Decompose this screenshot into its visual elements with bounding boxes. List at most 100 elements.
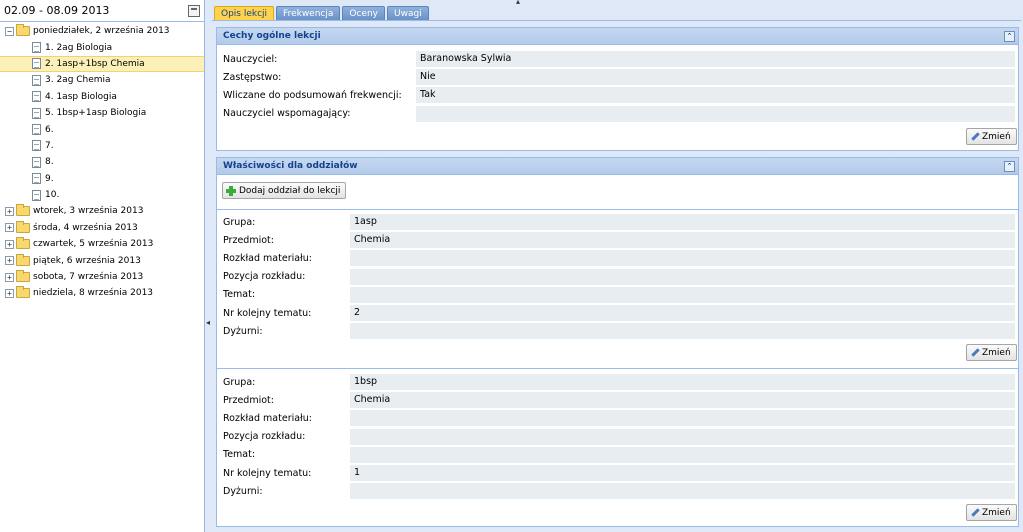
folder-icon xyxy=(16,220,30,233)
document-icon xyxy=(32,140,41,152)
tree-lesson-2[interactable]: 3. 2ag Chemia xyxy=(0,72,204,88)
tree-day-label: wtorek, 3 września 2013 xyxy=(33,206,144,217)
field-row-subject: Przedmiot: Chemia xyxy=(217,231,1018,249)
field-value-subject: Chemia xyxy=(350,392,1015,409)
add-class-button[interactable]: Dodaj oddział do lekcji xyxy=(222,182,347,199)
edit-general-button[interactable]: Zmień xyxy=(966,128,1017,145)
tree-lesson-label: 7. xyxy=(45,140,54,151)
field-row-subject: Przedmiot: Chemia xyxy=(217,391,1018,409)
general-features-panel: Cechy ogólne lekcji ⌃ Nauczyciel: Barano… xyxy=(216,27,1019,151)
pencil-icon xyxy=(970,508,979,517)
panel-splitter[interactable]: ◂ xyxy=(205,0,211,532)
field-row-topic-number: Nr kolejny tematu: 1 xyxy=(217,464,1018,482)
field-value-group: 1bsp xyxy=(350,374,1015,391)
expand-icon[interactable]: + xyxy=(5,288,14,298)
field-label: Wliczane do podsumowań frekwencji: xyxy=(223,89,402,101)
week-selector[interactable]: 02.09 - 08.09 2013 xyxy=(0,0,204,22)
field-label: Temat: xyxy=(223,289,256,301)
edit-label: Zmień xyxy=(982,507,1011,518)
field-row-syllabus: Rozkład materiału: xyxy=(217,249,1018,267)
field-row-syllabus-position: Pozycja rozkładu: xyxy=(217,268,1018,286)
document-icon xyxy=(32,74,41,86)
collapse-general-icon[interactable]: ⌃ xyxy=(1004,30,1015,42)
document-icon xyxy=(32,124,41,136)
document-icon xyxy=(32,156,41,168)
expand-icon[interactable]: + xyxy=(5,239,14,249)
field-label: Temat: xyxy=(223,449,256,461)
field-value-syllabus xyxy=(350,250,1015,267)
document-icon xyxy=(32,91,41,103)
tab-oceny[interactable]: Oceny xyxy=(342,6,385,20)
tree-day-label: czwartek, 5 września 2013 xyxy=(33,239,154,250)
tree-lesson-6[interactable]: 7. xyxy=(0,138,204,154)
tab-frekwencja[interactable]: Frekwencja xyxy=(276,6,341,20)
tree-lesson-0[interactable]: 1. 2ag Biologia xyxy=(0,39,204,55)
tree-lesson-label: 6. xyxy=(45,124,54,135)
expand-icon[interactable]: + xyxy=(5,223,14,233)
tree-lesson-3[interactable]: 4. 1asp Biologia xyxy=(0,89,204,105)
field-label: Zastępstwo: xyxy=(223,71,282,83)
tree-lesson-label: 3. 2ag Chemia xyxy=(45,75,111,86)
tree-day-3[interactable]: + czwartek, 5 września 2013 xyxy=(0,236,204,252)
tree-day-6[interactable]: + niedziela, 8 września 2013 xyxy=(0,285,204,301)
field-label: Nauczyciel: xyxy=(223,53,278,65)
tree-day-5[interactable]: + sobota, 7 września 2013 xyxy=(0,269,204,285)
tree-day-1[interactable]: + wtorek, 3 września 2013 xyxy=(0,203,204,219)
calendar-icon[interactable] xyxy=(188,4,200,17)
document-icon xyxy=(32,58,41,70)
pencil-icon xyxy=(970,348,979,357)
group-separator xyxy=(217,368,1018,369)
tree-lesson-label: 8. xyxy=(45,157,54,168)
group-separator xyxy=(217,209,1018,210)
field-value-syllabus-position xyxy=(350,428,1015,445)
classes-panel-title: Właściwości dla oddziałów xyxy=(223,161,358,171)
field-label: Grupa: xyxy=(223,376,256,388)
expand-icon[interactable]: + xyxy=(5,256,14,266)
lesson-tree: − poniedziałek, 2 września 2013 1. 2ag Bio… xyxy=(0,22,204,302)
folder-icon xyxy=(16,270,30,283)
tree-lesson-4[interactable]: 5. 1bsp+1asp Biologia xyxy=(0,105,204,121)
week-range: 02.09 - 08.09 2013 xyxy=(4,4,110,17)
tree-lesson-8[interactable]: 9. xyxy=(0,171,204,187)
tree-lesson-1[interactable]: 2. 1asp+1bsp Chemia xyxy=(0,55,204,73)
tree-lesson-7[interactable]: 8. xyxy=(0,154,204,170)
tab-opis-lekcji[interactable]: Opis lekcji xyxy=(214,6,275,20)
collapse-left-arrow-icon[interactable]: ◂ xyxy=(206,318,210,327)
collapse-icon[interactable]: − xyxy=(5,26,14,36)
collapse-top-arrow-icon[interactable]: ▴ xyxy=(516,0,520,6)
add-label: Dodaj oddział do lekcji xyxy=(239,185,341,196)
tree-day-0[interactable]: − poniedziałek, 2 września 2013 xyxy=(0,23,204,39)
tree-lesson-label: 9. xyxy=(45,173,54,184)
edit-group-2-button[interactable]: Zmień xyxy=(966,504,1017,521)
field-label: Przedmiot: xyxy=(223,394,274,406)
document-icon xyxy=(32,189,41,201)
tree-lesson-5[interactable]: 6. xyxy=(0,121,204,137)
collapse-classes-icon[interactable]: ⌃ xyxy=(1004,160,1015,172)
tree-lesson-9[interactable]: 10. xyxy=(0,187,204,203)
expand-icon[interactable]: + xyxy=(5,206,14,216)
edit-label: Zmień xyxy=(982,131,1011,142)
document-icon xyxy=(32,107,41,119)
field-row-assistant-teacher: Nauczyciel wspomagający: xyxy=(217,105,1018,123)
tree-day-2[interactable]: + środa, 4 września 2013 xyxy=(0,220,204,236)
folder-icon xyxy=(16,204,30,217)
tab-uwagi[interactable]: Uwagi xyxy=(387,6,429,20)
lesson-tabs: Opis lekcji Frekwencja Oceny Uwagi xyxy=(214,6,429,20)
tree-day-label: poniedziałek, 2 września 2013 xyxy=(33,26,170,37)
field-value-attendance-summary: Tak xyxy=(416,87,1015,104)
expand-icon[interactable]: + xyxy=(5,272,14,282)
field-value-topic-number: 2 xyxy=(350,305,1015,322)
field-row-topic: Temat: xyxy=(217,286,1018,304)
edit-group-1-button[interactable]: Zmień xyxy=(966,344,1017,361)
field-label: Pozycja rozkładu: xyxy=(223,431,306,443)
tree-day-label: sobota, 7 września 2013 xyxy=(33,272,144,283)
field-label: Przedmiot: xyxy=(223,234,274,246)
folder-icon xyxy=(16,24,30,37)
field-row-topic: Temat: xyxy=(217,446,1018,464)
field-row-teacher: Nauczyciel: Baranowska Sylwia xyxy=(217,50,1018,68)
field-row-group: Grupa: 1bsp xyxy=(217,373,1018,391)
tree-day-4[interactable]: + piątek, 6 września 2013 xyxy=(0,252,204,268)
field-value-syllabus xyxy=(350,410,1015,427)
class-properties-panel: Właściwości dla oddziałów ⌃ Dodaj oddzia… xyxy=(216,157,1019,527)
tree-lesson-label: 4. 1asp Biologia xyxy=(45,91,117,102)
